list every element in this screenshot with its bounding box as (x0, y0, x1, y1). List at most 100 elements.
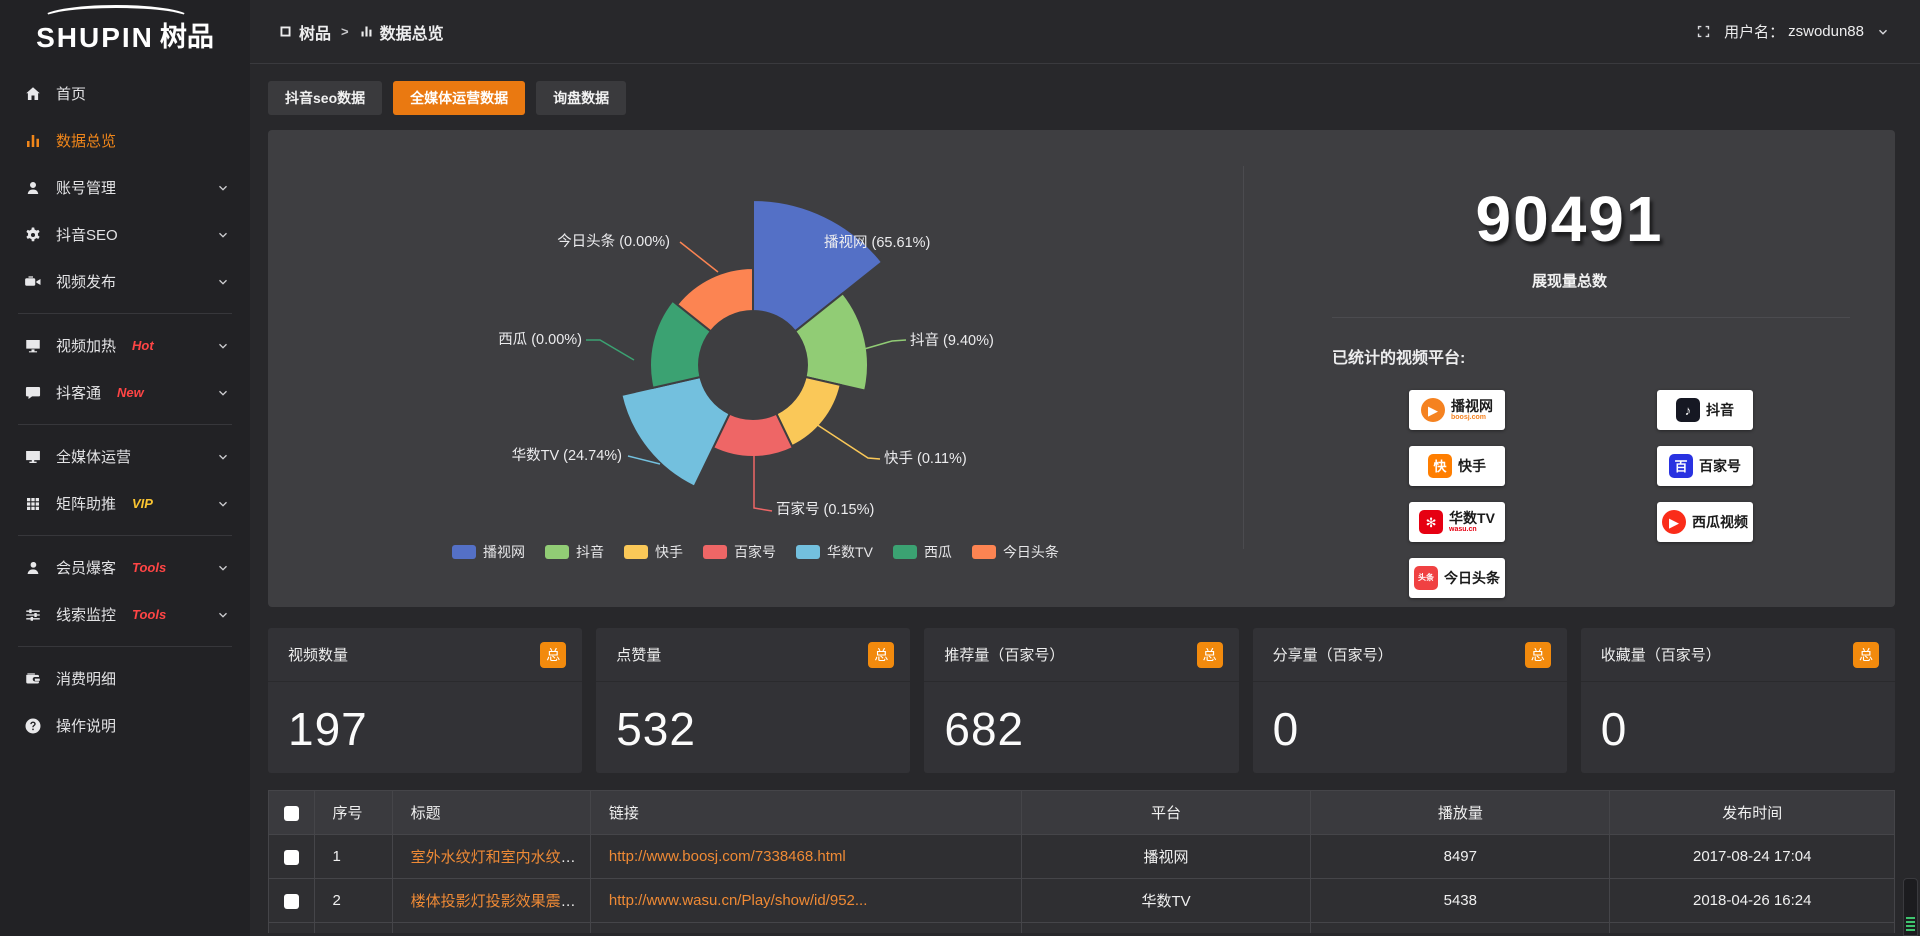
username[interactable]: zswodun88 (1788, 23, 1864, 40)
pie-slice-boshiwang[interactable] (753, 200, 882, 331)
stat-card-favorite-count: 收藏量（百家号）总0 (1581, 628, 1895, 773)
stat-card-header: 分享量（百家号）总 (1253, 628, 1567, 682)
legend-item-baijiahao[interactable]: 百家号 (703, 542, 776, 562)
sidebar-item-douyin-seo[interactable]: 抖音SEO (0, 211, 250, 258)
tab-douyin-seo-data[interactable]: 抖音seo数据 (268, 81, 382, 115)
legend-label: 播视网 (483, 542, 525, 562)
summary-divider (1332, 317, 1850, 318)
total-badge[interactable]: 总 (1853, 642, 1879, 668)
chevron-down-icon (216, 608, 230, 622)
pie-slice-huashutv[interactable] (621, 377, 729, 487)
platform-sub: boosj.com (1451, 414, 1493, 421)
legend-item-xigua[interactable]: 西瓜 (893, 542, 952, 562)
sidebar-item-label: 矩阵助推 (56, 493, 116, 514)
sidebar-item-home[interactable]: 首页 (0, 70, 250, 117)
gear-icon (24, 226, 42, 244)
pie-label-line-baijiahao (754, 449, 772, 511)
column-header: 链接 (590, 791, 1021, 835)
sidebar-item-douketong[interactable]: 抖客通New (0, 369, 250, 416)
platform-badge-toutiao: 头条今日头条 (1409, 558, 1505, 598)
platform-name: 快手 (1458, 459, 1486, 474)
legend-item-toutiao[interactable]: 今日头条 (972, 542, 1059, 562)
sidebar-item-tag: VIP (132, 496, 153, 511)
sidebar-item-member-baoke[interactable]: 会员爆客Tools (0, 544, 250, 591)
sidebar-item-video-heat[interactable]: 视频加热Hot (0, 322, 250, 369)
stat-card-header: 点赞量总 (596, 628, 910, 682)
pie-label-line-kuaishou (816, 424, 880, 459)
table-row: 2楼体投影灯投影效果震撼上市http://www.wasu.cn/Play/sh… (269, 879, 1895, 923)
bar-icon (24, 132, 42, 150)
total-badge[interactable]: 总 (1197, 642, 1223, 668)
platform-logo-kuaishou-icon: 快 (1428, 454, 1452, 478)
username-label: 用户名： (1724, 21, 1784, 42)
total-badge[interactable]: 总 (540, 642, 566, 668)
breadcrumb-label: 数据总览 (380, 20, 444, 44)
sidebar-item-consumption-detail[interactable]: 消费明细 (0, 655, 250, 702)
video-title-link[interactable]: 楼体投影灯投影效果震撼上市 (411, 893, 591, 910)
platform-logo-xigua-icon: ▶ (1662, 510, 1686, 534)
app-logo: SHUPIN 树品 (0, 0, 250, 62)
chevron-down-icon (216, 339, 230, 353)
sidebar-divider (18, 535, 232, 536)
sidebar-item-matrix-boost[interactable]: 矩阵助推 VIP (0, 480, 250, 527)
total-badge[interactable]: 总 (868, 642, 894, 668)
cell-published: 2017-08-24 17:04 (1610, 835, 1895, 879)
sidebar-item-label: 视频发布 (56, 271, 116, 292)
stat-card-value: 0 (1601, 703, 1628, 755)
sidebar-item-account-manage[interactable]: 账号管理 (0, 164, 250, 211)
sidebar-item-data-overview[interactable]: 数据总览 (0, 117, 250, 164)
tab-media-operation-data[interactable]: 全媒体运营数据 (393, 81, 525, 115)
chevron-down-icon (216, 228, 230, 242)
sidebar-item-tag: Tools (132, 607, 166, 622)
fullscreen-icon[interactable] (1695, 23, 1712, 40)
app-icon (278, 24, 293, 39)
legend-item-huashutv[interactable]: 华数TV (796, 542, 873, 562)
video-url-link[interactable]: http://www.wasu.cn/Play/show/id/952... (609, 892, 867, 909)
sidebar-item-help[interactable]: 操作说明 (0, 702, 250, 749)
home-icon (24, 85, 42, 103)
legend-label: 西瓜 (924, 542, 952, 562)
pie-label-line-xigua (586, 340, 634, 360)
pie-label-boshiwang: 播视网 (65.61%) (824, 234, 930, 251)
legend-item-douyin[interactable]: 抖音 (545, 542, 604, 562)
legend-swatch (972, 545, 996, 559)
breadcrumb-item-shupin[interactable]: 树品 (278, 20, 331, 44)
platform-name: 抖音 (1706, 403, 1734, 418)
pie-label-toutiao: 今日头条 (0.00%) (557, 233, 670, 250)
video-url-link[interactable]: http://www.boosj.com/7338468.html (609, 848, 846, 865)
stat-card-value: 532 (616, 703, 696, 755)
cell-index: 1 (314, 835, 392, 879)
stat-card-recommend-count: 推荐量（百家号）总682 (924, 628, 1238, 773)
legend-item-kuaishou[interactable]: 快手 (624, 542, 683, 562)
row-checkbox[interactable] (284, 850, 299, 865)
table-row-partial (269, 923, 1895, 933)
total-badge[interactable]: 总 (1525, 642, 1551, 668)
legend-label: 今日头条 (1003, 542, 1059, 562)
platform-badge-douyin: ♪抖音 (1657, 390, 1753, 430)
tab-inquiry-data[interactable]: 询盘数据 (536, 81, 626, 115)
column-header: 播放量 (1311, 791, 1610, 835)
sidebar-menu: 首页数据总览账号管理抖音SEO视频发布视频加热Hot抖客通New全媒体运营矩阵助… (0, 62, 250, 749)
legend-item-boshiwang[interactable]: 播视网 (452, 542, 525, 562)
summary-panel: 90491 展现量总数 已统计的视频平台: ▶播视网boosj.com快快手✻华… (1244, 130, 1895, 607)
platforms-title: 已统计的视频平台: (1332, 344, 1895, 368)
breadcrumb-item-data-overview[interactable]: 数据总览 (359, 20, 444, 44)
chevron-down-icon (216, 561, 230, 575)
legend-label: 百家号 (734, 542, 776, 562)
cell-plays: 8497 (1311, 835, 1610, 879)
sidebar-item-media-operation[interactable]: 全媒体运营 (0, 433, 250, 480)
stat-card-like-count: 点赞量总 532 (596, 628, 910, 773)
sidebar-item-video-publish[interactable]: 视频发布 (0, 258, 250, 305)
scroll-indicator[interactable] (1903, 878, 1918, 936)
user-menu-chevron-icon[interactable] (1876, 25, 1890, 39)
sidebar-item-tag: Hot (132, 338, 154, 353)
video-title-link[interactable]: 室外水纹灯和室内水纹灯的区别和简介 (411, 849, 591, 866)
sidebar-item-label: 消费明细 (56, 668, 116, 689)
legend-swatch (624, 545, 648, 559)
row-checkbox[interactable] (284, 894, 299, 909)
sidebar-item-clue-monitor[interactable]: 线索监控Tools (0, 591, 250, 638)
chat-icon (24, 384, 42, 402)
monitor-icon (24, 337, 42, 355)
select-all-checkbox[interactable] (284, 806, 299, 821)
stat-card-value: 197 (288, 703, 368, 755)
